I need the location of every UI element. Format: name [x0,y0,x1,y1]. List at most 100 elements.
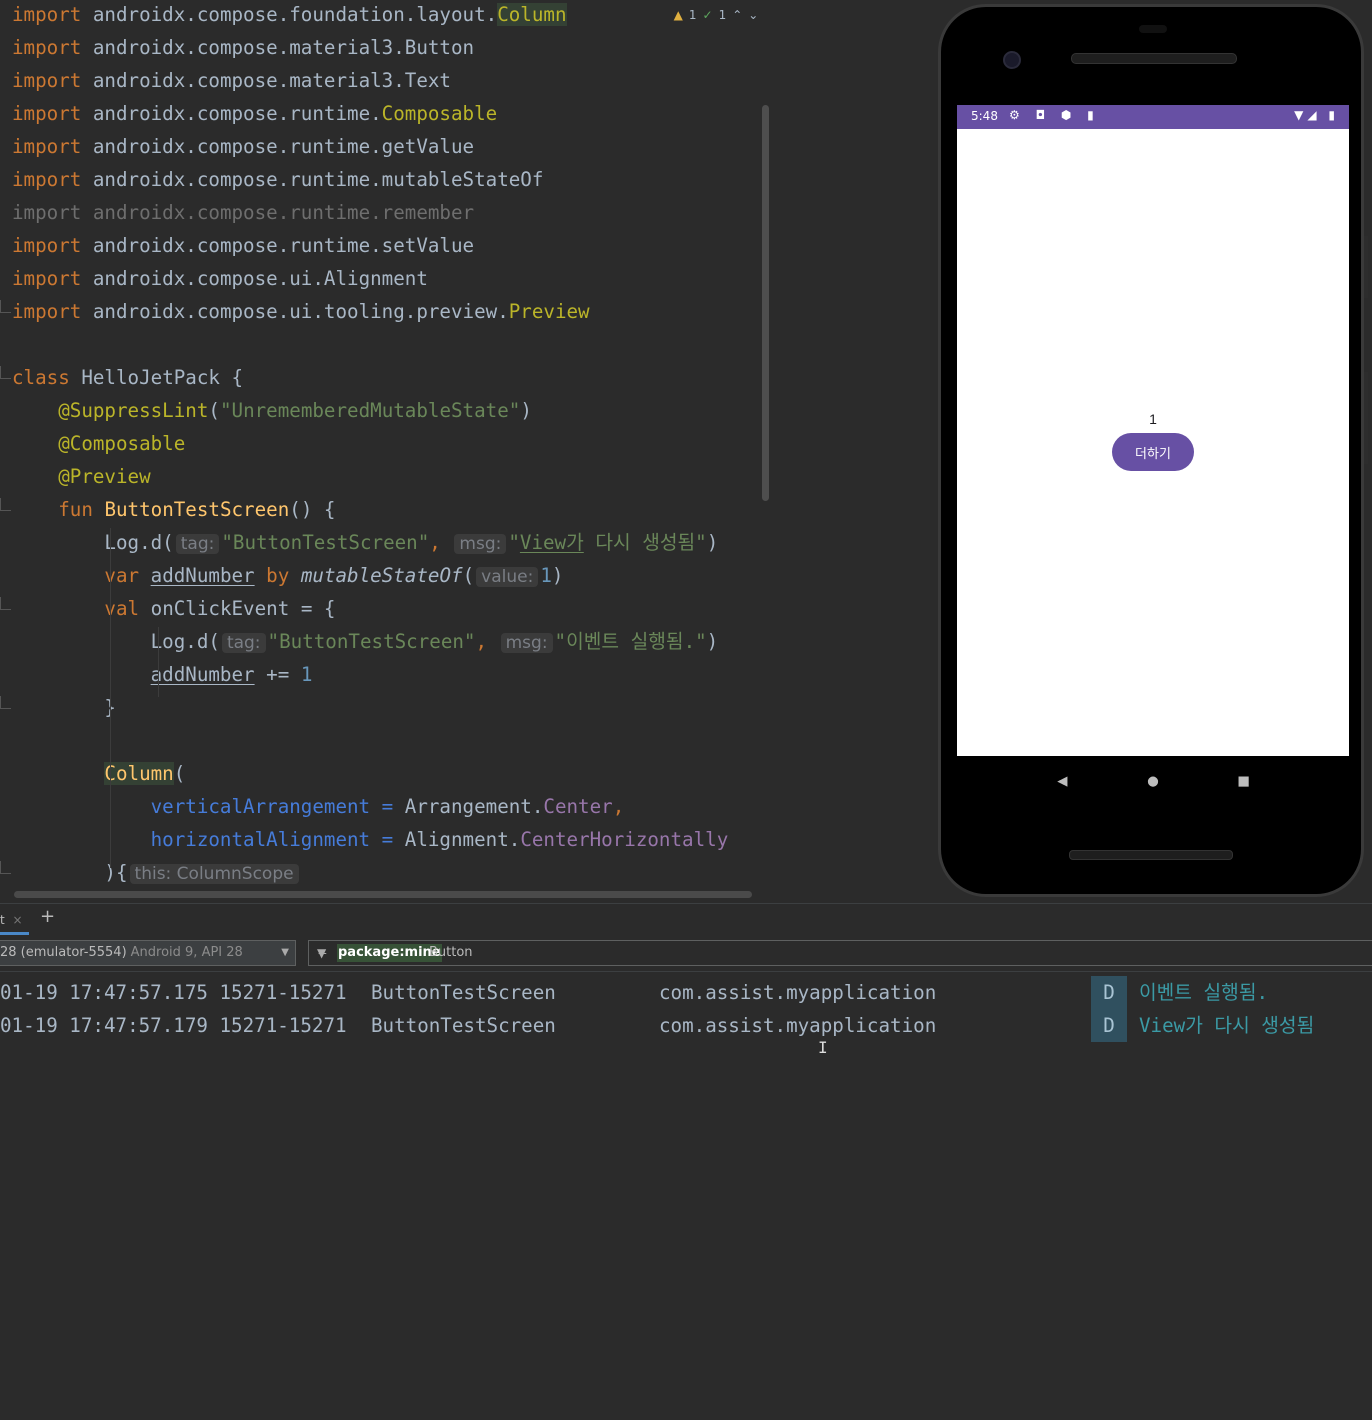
add-tab-icon[interactable]: + [40,906,55,927]
logcat-tab[interactable]: t × [0,910,29,935]
code-token: Log.d( [150,630,220,653]
code-token: , [429,531,441,554]
vertical-scrollbar[interactable] [762,105,769,501]
code-token: ) [706,531,719,554]
code-token: @Composable [58,432,186,455]
warning-icon: ▲ [673,8,683,22]
code-line[interactable]: Column( [12,759,185,792]
code-line[interactable]: horizontalAlignment = Alignment.CenterHo… [12,825,729,858]
status-time: 5:48 [971,109,998,123]
code-line[interactable]: import androidx.compose.runtime.setValue [12,231,474,264]
import-keyword: import [12,69,82,92]
import-name: mutableStateOf [381,168,544,191]
log-package: com.assist.myapplication [659,1014,937,1037]
code-token: 1 [300,663,313,686]
import-keyword: import [12,102,82,125]
code-line[interactable]: class HelloJetPack { [12,363,243,396]
navigation-bar: ◀ ● ■ [957,756,1349,806]
speaker-grille [1069,850,1233,860]
code-token: ( [173,762,186,785]
log-message: 이벤트 실행됨. [1139,981,1269,1004]
code-line[interactable]: fun ButtonTestScreen() { [12,495,336,528]
code-line[interactable]: import androidx.compose.material3.Button [12,33,474,66]
code-token: += [254,663,301,686]
param-hint: msg: [500,633,553,653]
logcat-panel: t × + 28 (emulator-5554) Android 9, API 2… [0,903,1372,1420]
log-level-badge: D [1091,1009,1127,1042]
import-name: Preview [508,300,590,323]
code-line[interactable]: import androidx.compose.foundation.layou… [12,0,567,33]
import-package: androidx.compose.foundation.layout. [92,3,498,26]
code-line[interactable]: import androidx.compose.ui.tooling.previ… [12,297,590,330]
fold-marker[interactable] [0,366,11,379]
recents-icon[interactable]: ■ [1239,771,1249,791]
fold-marker[interactable] [0,597,11,610]
log-tag: ButtonTestScreen [371,981,556,1004]
log-package: com.assist.myapplication [659,981,937,1004]
logcat-toolbar: 28 (emulator-5554) Android 9, API 28 ▼ ▼̶… [0,937,1372,972]
code-line[interactable]: addNumber += 1 [12,660,313,693]
code-line[interactable]: Log.d(tag: "ButtonTestScreen", msg: "이벤트 실… [12,627,718,660]
code-token: mutableStateOf [300,564,463,587]
code-token: class [12,366,70,389]
device-screen[interactable]: 5:48 ⚙ ◘ ⬢ ▮ ▼◢ ▮ 1 더하기 [957,105,1349,756]
code-line[interactable]: var addNumber by mutableStateOf(value: 1) [12,561,563,594]
counter-text: 1 [1149,411,1157,427]
code-line[interactable]: val onClickEvent = { [12,594,335,627]
home-icon[interactable]: ● [1148,771,1158,791]
add-button[interactable]: 더하기 [1112,433,1194,471]
code-token: addNumber [150,564,255,587]
horizontal-scrollbar[interactable] [14,891,752,898]
chevron-up-icon[interactable]: ⌃ [732,8,742,22]
code-line[interactable]: verticalArrangement = Arrangement.Center… [12,792,625,825]
code-token: Log.d( [104,531,174,554]
code-token: = [370,828,405,851]
code-line[interactable]: import androidx.compose.runtime.getValue [12,132,474,165]
param-hint: msg: [454,534,507,554]
import-name: Alignment [323,267,428,290]
code-token: , [475,630,488,653]
warning-count: 1 [688,8,697,22]
code-line[interactable]: import androidx.compose.runtime.remember [12,198,474,231]
code-line[interactable]: } [12,693,116,726]
log-row[interactable]: 01-19 17:47:57.175 15271-15271 ButtonTest… [0,976,1372,1009]
logcat-filter-input[interactable]: ▼̶ package:mine Button [308,940,1372,966]
caret-down-icon: ▼ [281,947,289,958]
code-token: "UnrememberedMutableState" [219,399,521,422]
code-line[interactable]: @SuppressLint("UnrememberedMutableState"… [12,396,532,429]
filter-icon: ▼̶ [317,946,327,960]
log-tag: ButtonTestScreen [371,1014,556,1037]
code-token: ) [706,630,719,653]
volume-button[interactable] [1364,372,1368,464]
code-editor[interactable]: ▲ 1 ✓ 1 ⌃ ⌄ import androidx.compose.foun… [0,0,772,903]
import-keyword: import [12,234,82,257]
code-line[interactable]: @Preview [12,462,150,495]
fold-marker[interactable] [0,498,11,511]
code-token: () { [289,498,336,521]
code-token: 다시 생성됨" [583,531,707,554]
chevron-down-icon[interactable]: ⌄ [748,8,758,22]
import-package: androidx.compose.material3. [92,69,405,92]
code-token: horizontalAlignment [150,828,371,851]
inspection-widget[interactable]: ▲ 1 ✓ 1 ⌃ ⌄ [660,2,772,28]
close-icon[interactable]: × [13,913,23,927]
import-name: Column [497,3,567,26]
code-line[interactable]: Log.d(tag: "ButtonTestScreen", msg: "View가… [12,528,718,561]
log-row[interactable]: 01-19 17:47:57.179 15271-15271 ButtonTest… [0,1009,1372,1042]
device-dropdown[interactable]: 28 (emulator-5554) Android 9, API 28 ▼ [0,940,296,966]
fold-marker[interactable] [0,696,11,709]
code-line[interactable]: import androidx.compose.material3.Text [12,66,451,99]
code-line[interactable]: import androidx.compose.runtime.Composab… [12,99,497,132]
param-hint: value: [476,567,539,587]
code-line[interactable]: ){this: ColumnScope [12,858,301,891]
code-line[interactable]: @Composable [12,429,185,462]
import-package: androidx.compose.runtime. [92,201,382,224]
code-line[interactable]: import androidx.compose.ui.Alignment [12,264,428,297]
code-line[interactable]: import androidx.compose.runtime.mutableS… [12,165,543,198]
power-button[interactable] [1364,236,1368,298]
code-token: ButtonTestScreen [104,498,290,521]
back-icon[interactable]: ◀ [1057,771,1067,791]
param-hint: tag: [221,633,266,653]
fold-marker[interactable] [0,861,11,874]
fold-marker[interactable] [0,300,11,313]
